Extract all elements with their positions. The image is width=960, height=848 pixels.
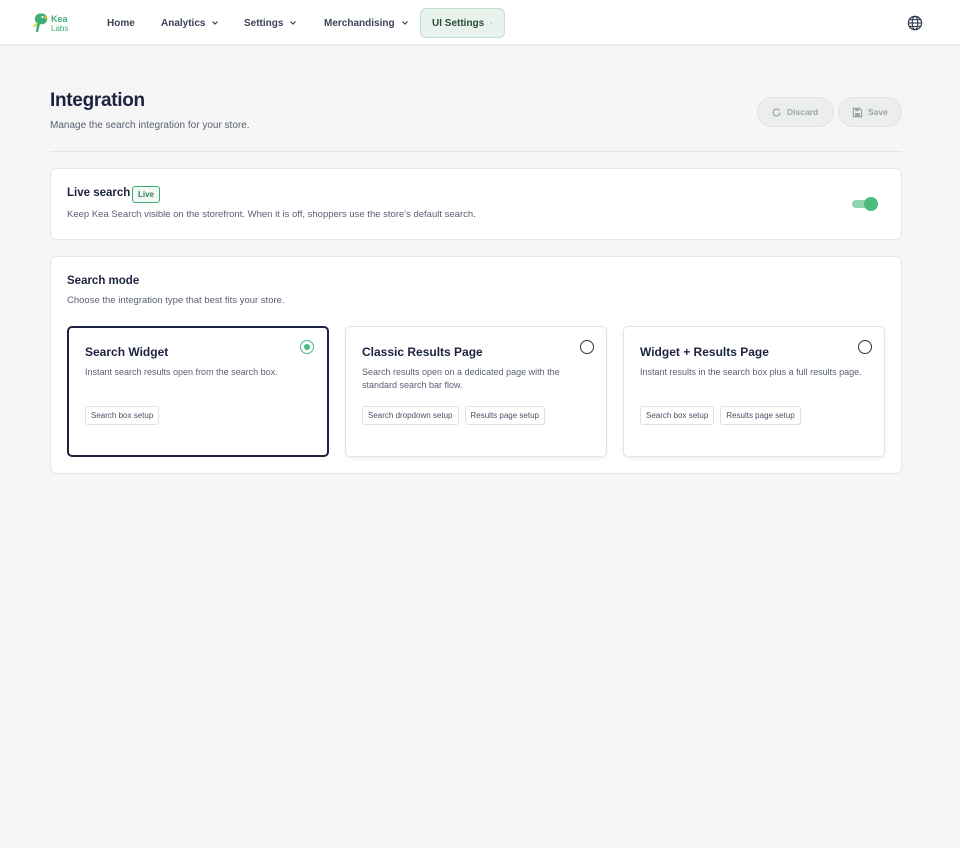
nav-merchandising[interactable]: Merchandising	[313, 8, 420, 38]
brand-name-bottom: Labs	[51, 24, 69, 33]
search-mode-description: Choose the integration type that best fi…	[67, 295, 285, 306]
toggle-knob	[864, 197, 878, 211]
option-title: Widget + Results Page	[640, 345, 769, 359]
option-title: Search Widget	[85, 345, 169, 359]
nav-home[interactable]: Home	[96, 8, 146, 38]
search-mode-title: Search mode	[67, 275, 140, 287]
tag-search-dropdown-setup: Search dropdown setup	[362, 406, 459, 425]
option-widget-plus-results-page[interactable]: Widget + Results Page Instant results in…	[623, 326, 885, 457]
discard-button[interactable]: Discard	[757, 97, 834, 127]
option-classic-results-page[interactable]: Classic Results Page Search results open…	[345, 326, 607, 457]
live-search-card	[50, 168, 902, 240]
nav-settings-label: Settings	[244, 17, 284, 29]
discard-label: Discard	[787, 107, 819, 117]
chevron-down-icon	[490, 22, 493, 24]
nav-settings[interactable]: Settings	[233, 8, 308, 38]
chevron-down-icon	[212, 21, 219, 25]
chevron-down-icon	[401, 21, 408, 25]
refresh-icon	[772, 107, 781, 117]
page-subtitle: Manage the search integration for your s…	[50, 120, 250, 131]
nav-home-label: Home	[107, 17, 135, 29]
kea-labs-logo[interactable]: Kea Labs	[32, 12, 74, 36]
nav-ui-settings[interactable]: UI Settings	[420, 8, 505, 38]
option-description: Search results open on a dedicated page …	[362, 367, 560, 390]
save-label: Save	[868, 107, 888, 117]
globe-icon[interactable]	[907, 15, 923, 31]
option-description: Instant results in the search box plus a…	[640, 367, 862, 377]
brand-name-top: Kea	[51, 14, 68, 24]
option-description: Instant search results open from the sea…	[85, 367, 278, 377]
floppy-disk-icon	[852, 107, 863, 117]
live-search-toggle[interactable]	[852, 197, 879, 211]
radio-button[interactable]	[858, 340, 872, 354]
option-search-widget[interactable]: Search Widget Instant search results ope…	[67, 326, 329, 457]
save-button[interactable]: Save	[838, 97, 902, 127]
radio-button-selected[interactable]	[300, 340, 314, 354]
radio-button[interactable]	[580, 340, 594, 354]
top-navigation-bar: Kea Labs Home Analytics Settings Merchan…	[0, 0, 960, 45]
nav-ui-settings-label: UI Settings	[432, 17, 485, 29]
nav-analytics[interactable]: Analytics	[150, 8, 230, 38]
tag-search-box-setup: Search box setup	[85, 406, 160, 425]
tag-results-page-setup: Results page setup	[464, 406, 545, 425]
live-search-title: Live search	[67, 187, 131, 199]
parrot-logo-icon	[33, 13, 49, 32]
live-search-description: Keep Kea Search visible on the storefron…	[67, 209, 476, 220]
page-title: Integration	[50, 90, 145, 111]
option-title: Classic Results Page	[362, 345, 483, 359]
chevron-down-icon	[290, 21, 297, 25]
nav-merchandising-label: Merchandising	[324, 17, 395, 29]
tag-results-page-setup: Results page setup	[720, 406, 801, 425]
header-divider	[50, 151, 902, 152]
status-badge: Live	[132, 186, 161, 203]
nav-analytics-label: Analytics	[161, 17, 206, 29]
tag-search-box-setup: Search box setup	[640, 406, 715, 425]
